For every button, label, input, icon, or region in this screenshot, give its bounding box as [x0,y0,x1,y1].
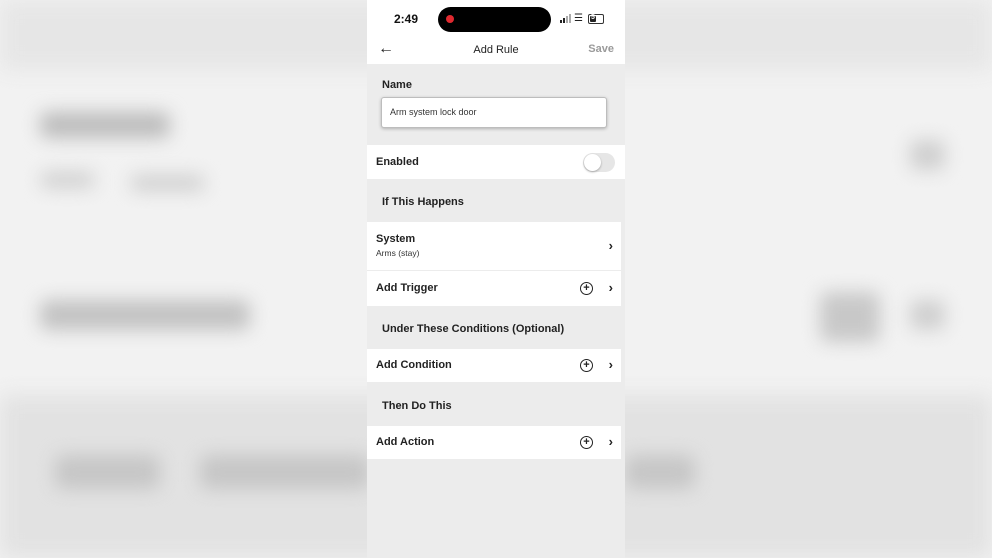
enabled-toggle[interactable] [583,153,615,172]
recording-dot-icon [446,15,454,23]
phone-screen: 2:49 ☰ 5 ← Add Rule Save Name Arm system… [367,0,625,558]
chevron-right-icon: › [608,434,613,449]
then-do-this-heading: Then Do This [382,400,452,412]
trigger-detail: Arms (stay) [376,248,420,258]
battery-level: 5 [591,14,595,21]
empty-content-area [367,459,625,558]
add-circle-icon[interactable]: + [580,282,593,295]
rule-name-input[interactable]: Arm system lock door [381,97,607,128]
add-condition-label: Add Condition [376,359,452,371]
dynamic-island [438,7,551,32]
add-action-label: Add Action [376,436,435,448]
save-button[interactable]: Save [588,43,614,55]
trigger-system-row[interactable]: System Arms (stay) › [367,222,621,270]
cellular-signal-icon [560,14,572,23]
add-circle-icon[interactable]: + [580,436,593,449]
enabled-row: Enabled [367,145,625,179]
if-this-happens-heading: If This Happens [382,196,464,208]
trigger-title: System [376,233,416,245]
add-circle-icon[interactable]: + [580,359,593,372]
conditions-heading: Under These Conditions (Optional) [382,323,565,335]
wifi-icon: ☰ [574,13,583,24]
chevron-right-icon: › [608,280,613,295]
enabled-label: Enabled [376,156,419,168]
add-condition-row[interactable]: Add Condition + › [367,349,621,382]
chevron-right-icon: › [608,238,613,253]
name-label: Name [382,79,412,91]
add-trigger-label: Add Trigger [376,282,438,294]
page-title: Add Rule [473,44,519,56]
add-trigger-row[interactable]: Add Trigger + › [367,271,621,306]
status-time: 2:49 [394,12,419,26]
status-bar: 2:49 ☰ 5 [367,0,625,38]
add-action-row[interactable]: Add Action + › [367,426,621,459]
navigation-bar: ← Add Rule Save [367,38,625,64]
battery-icon: 5 [588,14,604,24]
chevron-right-icon: › [608,357,613,372]
